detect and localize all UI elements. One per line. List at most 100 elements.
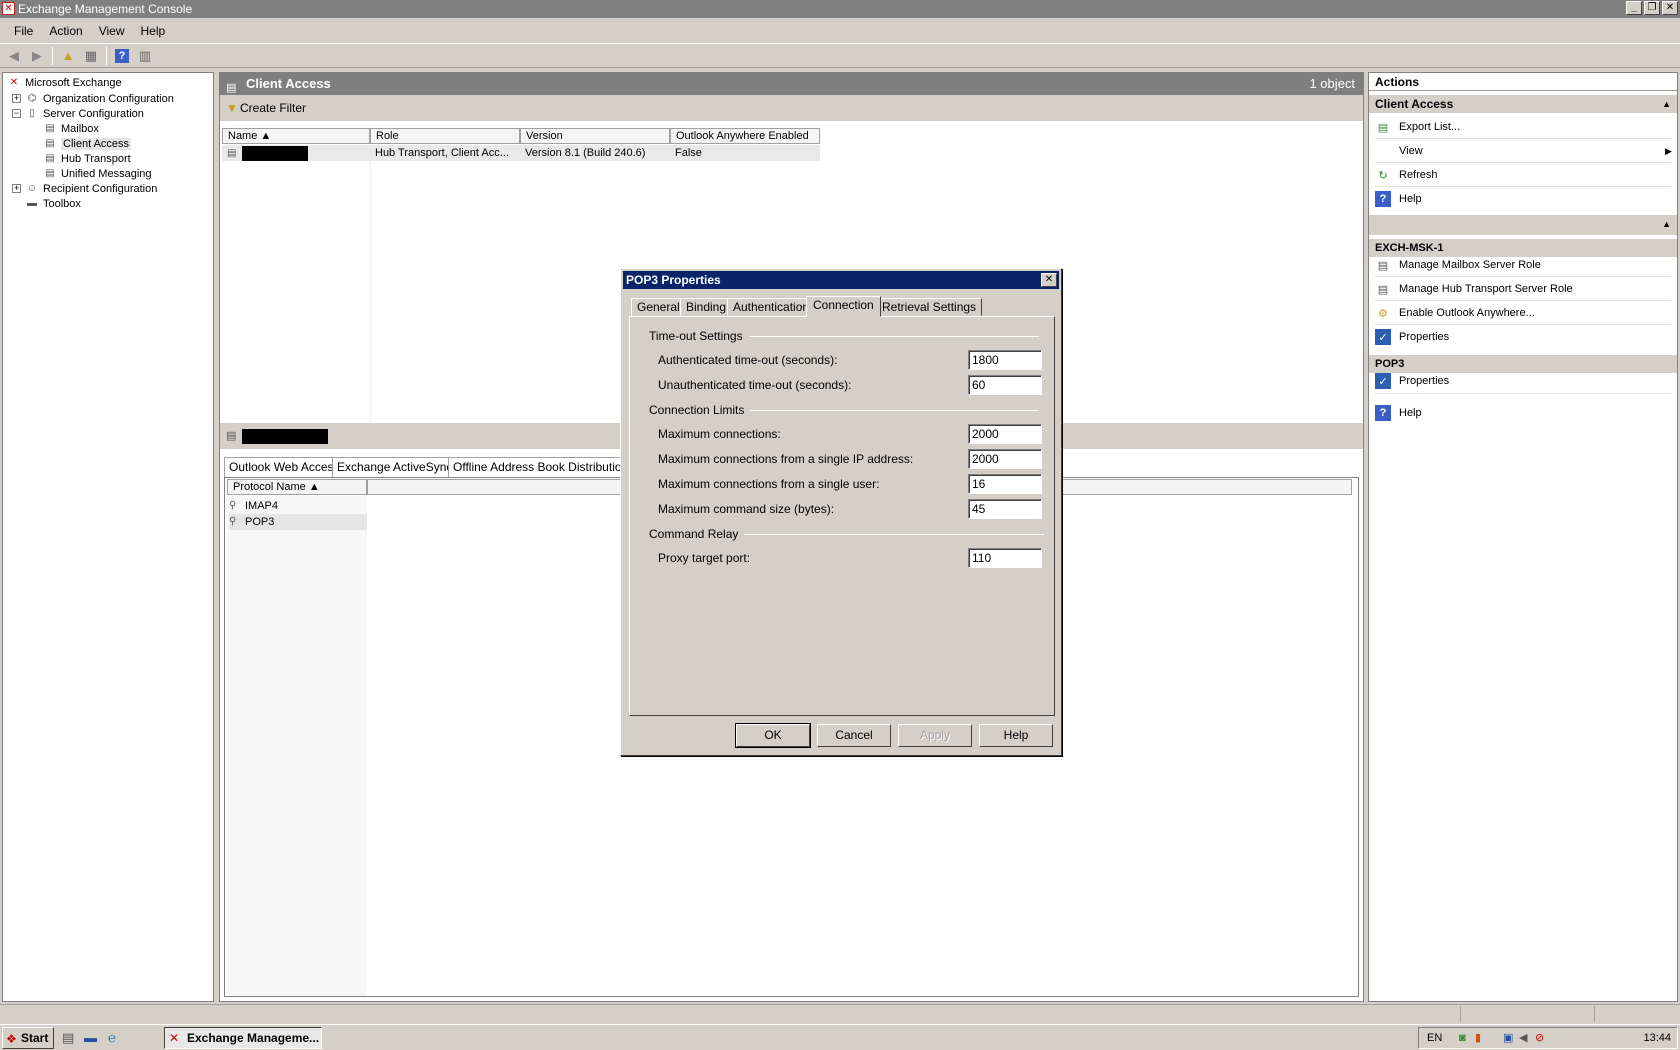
action-help[interactable]: ? Help: [1375, 189, 1422, 209]
alert-icon[interactable]: ⊘: [1535, 1028, 1544, 1048]
toolbar: ◀ ▶ ▲ ▦ ? ▥: [0, 43, 1680, 68]
action-manage-hub-transport-role[interactable]: ▤ Manage Hub Transport Server Role: [1375, 279, 1573, 299]
back-icon[interactable]: ◀: [4, 46, 24, 66]
tree-item-microsoft-exchange[interactable]: ✕ Microsoft Exchange: [7, 75, 122, 90]
volume-icon[interactable]: ◀: [1519, 1028, 1527, 1048]
show-hide-action-pane-icon[interactable]: ▥: [135, 46, 155, 66]
tab-oab-distribution[interactable]: Offline Address Book Distribution: [448, 457, 634, 477]
column-version[interactable]: Version: [520, 128, 670, 144]
proxy-port-input[interactable]: [968, 548, 1042, 568]
up-folder-icon[interactable]: ▲: [58, 46, 78, 66]
apply-button[interactable]: Apply: [898, 724, 972, 747]
tree-item-org-config[interactable]: ⌬ Organization Configuration: [25, 91, 174, 106]
server-icon: ▤: [227, 148, 237, 159]
tree-item-server-config[interactable]: ▯ Server Configuration: [25, 106, 144, 121]
tree-item-hub-transport[interactable]: ▤ Hub Transport: [43, 151, 130, 166]
help-icon[interactable]: ?: [112, 46, 132, 66]
expand-recipient-config[interactable]: +: [12, 184, 21, 193]
cancel-button[interactable]: Cancel: [817, 724, 891, 747]
internet-explorer-icon[interactable]: ℮: [108, 1030, 116, 1045]
show-hide-tree-icon[interactable]: ▦: [81, 46, 101, 66]
max-connections-ip-label: Maximum connections from a single IP add…: [658, 452, 914, 466]
close-button[interactable]: ✕: [1662, 1, 1678, 15]
clock: 13:44: [1643, 1032, 1671, 1044]
action-refresh[interactable]: ↻ Refresh: [1375, 165, 1437, 185]
column-outlook-anywhere[interactable]: Outlook Anywhere Enabled: [670, 128, 820, 144]
exchange-app-icon: ✕: [2, 2, 15, 15]
tray-app-icon[interactable]: ▮: [1475, 1028, 1481, 1048]
properties-icon: ✓: [1375, 329, 1391, 345]
column-name[interactable]: Name ▲: [222, 128, 370, 144]
language-indicator[interactable]: EN: [1427, 1028, 1442, 1048]
create-filter-button[interactable]: ▼ Create Filter: [220, 95, 1363, 121]
tree-item-mailbox[interactable]: ▤ Mailbox: [43, 121, 99, 136]
help-button[interactable]: Help: [979, 724, 1053, 747]
max-connections-input[interactable]: [968, 424, 1042, 444]
result-pane-header: ▤ Client Access 1 object: [220, 73, 1363, 95]
refresh-icon: ↻: [1378, 169, 1388, 182]
max-connections-user-input[interactable]: [968, 474, 1042, 494]
filter-icon: ▼: [226, 101, 238, 115]
group-timeout: Time-out Settings: [649, 329, 1039, 343]
menu-help[interactable]: Help: [133, 22, 174, 40]
redacted-server-name: [242, 429, 328, 444]
actions-section-client-access[interactable]: Client Access ▲: [1369, 95, 1677, 113]
tree-item-client-access[interactable]: ▤ Client Access: [43, 136, 132, 151]
row-name-cell: ▤: [222, 145, 370, 161]
menu-file[interactable]: File: [6, 22, 41, 40]
menu-view[interactable]: View: [91, 22, 133, 40]
tab-exchange-activesync[interactable]: Exchange ActiveSync: [332, 457, 458, 477]
server-manager-icon[interactable]: ▤: [62, 1030, 74, 1046]
max-command-size-label: Maximum command size (bytes):: [658, 502, 835, 516]
maximize-button[interactable]: ❐: [1644, 1, 1660, 15]
tray-app-icon[interactable]: ◙: [1459, 1028, 1466, 1048]
show-desktop-icon[interactable]: ▬: [84, 1030, 97, 1045]
tab-authentication[interactable]: Authentication: [727, 298, 816, 316]
list-item[interactable]: ⚲ IMAP4: [229, 498, 278, 514]
list-item[interactable]: ⚲ POP3: [229, 514, 367, 530]
action-manage-mailbox-role[interactable]: ▤ Manage Mailbox Server Role: [1375, 255, 1541, 275]
hub-transport-icon: ▤: [45, 153, 55, 164]
export-icon: ▤: [1377, 121, 1389, 134]
unauth-timeout-input[interactable]: [968, 375, 1042, 395]
action-view[interactable]: View ▶: [1375, 141, 1672, 161]
minimize-button[interactable]: _: [1626, 1, 1642, 15]
menu-action[interactable]: Action: [41, 22, 90, 40]
tab-connection[interactable]: Connection: [806, 296, 881, 317]
window-title: Exchange Management Console: [18, 2, 193, 16]
actions-collapsed-section[interactable]: ▲: [1369, 215, 1677, 235]
collapse-icon: ▲: [1662, 99, 1671, 109]
network-icon[interactable]: ▣: [1503, 1028, 1513, 1048]
action-pop3-properties[interactable]: ✓ Properties: [1375, 371, 1449, 391]
auth-timeout-input[interactable]: [968, 350, 1042, 370]
tab-outlook-web-access[interactable]: Outlook Web Access: [224, 457, 345, 477]
exchange-icon: ✕: [9, 77, 19, 88]
action-pop3-help[interactable]: ? Help: [1375, 403, 1422, 423]
tab-general[interactable]: General: [631, 298, 686, 316]
column-protocol-name[interactable]: Protocol Name ▲: [227, 479, 367, 495]
tab-binding[interactable]: Binding: [680, 298, 733, 316]
action-export-list[interactable]: ▤ Export List...: [1375, 117, 1460, 137]
org-icon: ⌬: [27, 93, 37, 104]
dialog-close-button[interactable]: ✕: [1041, 273, 1057, 287]
max-connections-ip-input[interactable]: [968, 449, 1042, 469]
protocol-icon: ⚲: [229, 516, 237, 527]
tree-item-unified-messaging[interactable]: ▤ Unified Messaging: [43, 166, 151, 181]
forward-icon[interactable]: ▶: [27, 46, 47, 66]
expand-org-config[interactable]: +: [12, 94, 21, 103]
max-command-size-input[interactable]: [968, 499, 1042, 519]
ok-button[interactable]: OK: [735, 723, 811, 748]
action-server-properties[interactable]: ✓ Properties: [1375, 327, 1449, 347]
tree-item-recipient-config[interactable]: ☺ Recipient Configuration: [25, 181, 157, 196]
group-connection-limits: Connection Limits: [649, 403, 1039, 417]
recipient-icon: ☺: [26, 183, 38, 194]
tab-retrieval-settings[interactable]: Retrieval Settings: [876, 298, 983, 316]
taskbar-item-exchange-console[interactable]: ✕ Exchange Manageme...: [164, 1027, 322, 1049]
auth-timeout-label: Authenticated time-out (seconds):: [658, 353, 838, 367]
tree-item-toolbox[interactable]: ▬ Toolbox: [25, 196, 81, 211]
start-button[interactable]: ❖ Start: [2, 1027, 54, 1049]
pop3-properties-dialog: POP3 Properties ✕ General Binding Authen…: [620, 268, 1062, 756]
action-enable-outlook-anywhere[interactable]: ⚙ Enable Outlook Anywhere...: [1375, 303, 1535, 323]
column-role[interactable]: Role: [370, 128, 520, 144]
collapse-server-config[interactable]: −: [12, 109, 21, 118]
